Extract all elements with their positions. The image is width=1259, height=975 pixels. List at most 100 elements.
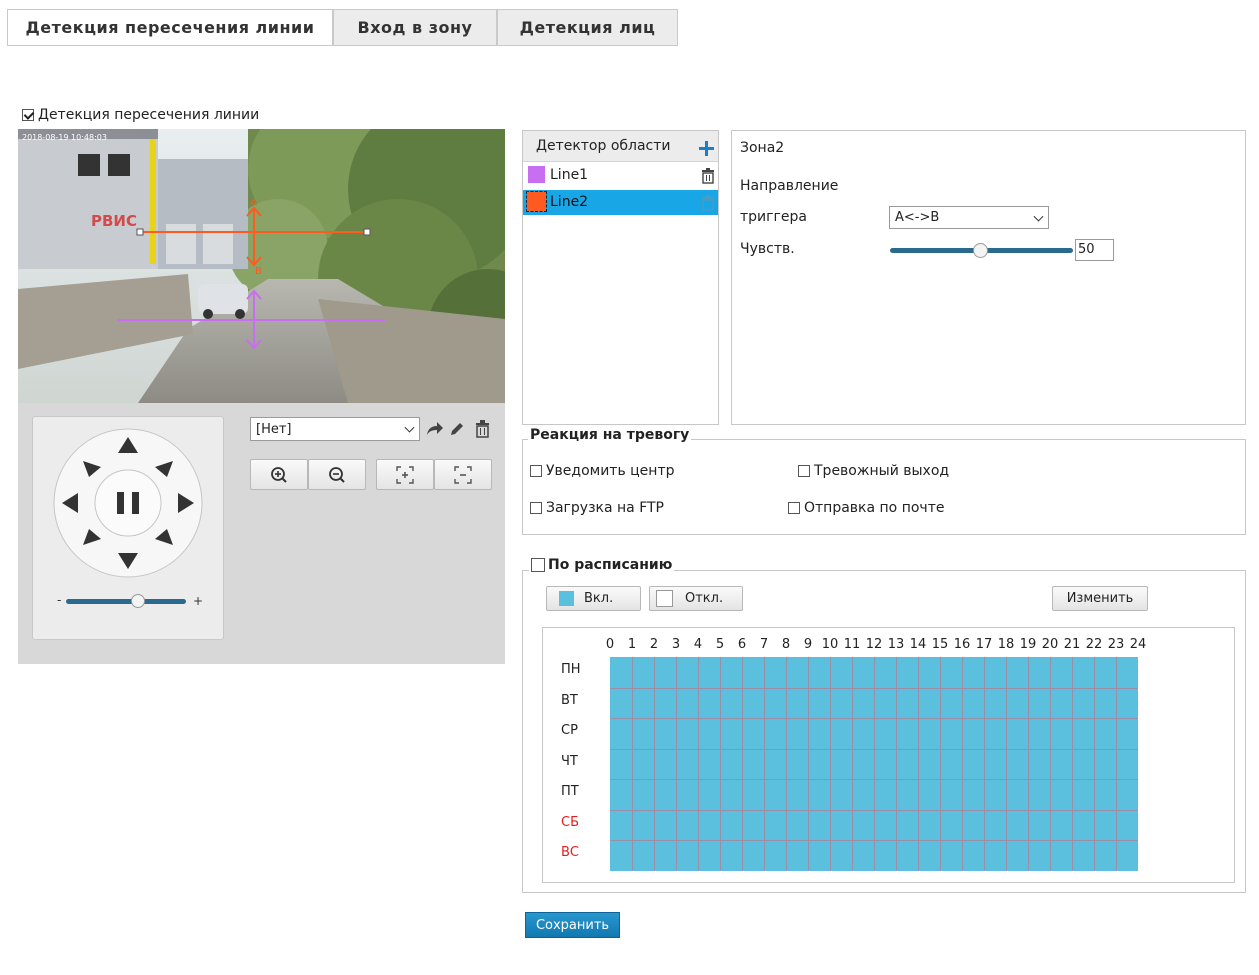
- grid-row-line: [610, 748, 1138, 750]
- grid-col-line: [742, 657, 743, 871]
- tab-line-crossing[interactable]: Детекция пересечения линии: [7, 9, 333, 45]
- speed-slider-track[interactable]: [66, 599, 186, 604]
- trigger-direction-select[interactable]: A<->B: [889, 206, 1049, 229]
- alarm-reaction-legend: Реакция на тревогу: [528, 427, 692, 443]
- ptz-down-button[interactable]: [117, 548, 139, 568]
- direction-label: Направление: [740, 178, 839, 194]
- day-label: СБ: [561, 814, 579, 830]
- off-swatch: [656, 590, 673, 607]
- schedule-checkbox[interactable]: [531, 558, 545, 572]
- grid-col-line: [1116, 657, 1117, 871]
- email-checkbox[interactable]: [788, 502, 800, 514]
- day-label: ЧТ: [561, 753, 578, 769]
- grid-col-line: [962, 657, 963, 871]
- speed-slider-handle[interactable]: [131, 594, 145, 608]
- trigger-label: триггера: [740, 209, 807, 225]
- ptz-left-button[interactable]: [60, 492, 80, 514]
- video-preview[interactable]: 2018-08-19 10:48:03 РВИС A B: [18, 129, 505, 403]
- detector-header-label: Детектор области: [536, 138, 671, 154]
- alarm-output-option[interactable]: Тревожный выход: [798, 463, 949, 479]
- grid-col-line: [786, 657, 787, 871]
- detector-item-line2[interactable]: Line2: [523, 190, 718, 215]
- edit-preset-icon[interactable]: [449, 421, 465, 437]
- line2-label-a: A: [250, 198, 257, 209]
- alarm-output-checkbox[interactable]: [798, 465, 810, 477]
- schedule-off-button[interactable]: Откл.: [649, 586, 743, 611]
- notify-center-option[interactable]: Уведомить центр: [530, 463, 675, 479]
- schedule-legend[interactable]: По расписанию: [529, 557, 675, 573]
- detector-list-panel: Детектор области Line1 Line2: [522, 130, 719, 425]
- alarm-reaction-group: [522, 439, 1246, 535]
- tab-face-detection[interactable]: Детекция лиц: [497, 9, 678, 45]
- notify-center-label: Уведомить центр: [546, 463, 675, 479]
- day-label: СР: [561, 723, 578, 739]
- enable-checkbox[interactable]: [22, 109, 34, 121]
- speed-plus: +: [193, 594, 204, 608]
- grid-col-line: [984, 657, 985, 871]
- detector-item-label: Line2: [550, 194, 589, 210]
- ptz-up-button[interactable]: [117, 436, 139, 456]
- zoom-out-button[interactable]: [308, 459, 366, 490]
- grid-col-line: [940, 657, 941, 871]
- schedule-edit-button[interactable]: Изменить: [1052, 586, 1148, 611]
- ftp-upload-checkbox[interactable]: [530, 502, 542, 514]
- tab-zone-entry[interactable]: Вход в зону: [333, 9, 497, 45]
- schedule-legend-label: По расписанию: [548, 557, 673, 573]
- delete-preset-icon[interactable]: [474, 420, 491, 438]
- zoom-in-icon: [271, 466, 287, 483]
- off-label: Откл.: [685, 591, 724, 606]
- ftp-upload-option[interactable]: Загрузка на FTP: [530, 500, 664, 516]
- focus-in-icon: [396, 465, 414, 484]
- grid-col-line: [764, 657, 765, 871]
- grid-col-line: [874, 657, 875, 871]
- line2-color-swatch: [526, 191, 547, 212]
- on-label: Вкл.: [584, 591, 614, 606]
- line1-color-swatch: [528, 166, 545, 183]
- notify-center-checkbox[interactable]: [530, 465, 542, 477]
- grid-col-line: [676, 657, 677, 871]
- focus-out-icon: [454, 465, 472, 484]
- grid-col-line: [1028, 657, 1029, 871]
- detector-item-label: Line1: [550, 167, 589, 183]
- add-detector-icon[interactable]: [699, 141, 714, 156]
- zoom-in-button[interactable]: [250, 459, 308, 490]
- enable-line-crossing[interactable]: Детекция пересечения линии: [22, 107, 259, 123]
- preset-select[interactable]: [Нет]: [250, 417, 420, 441]
- grid-col-line: [720, 657, 721, 871]
- focus-near-button[interactable]: [376, 459, 434, 490]
- save-button[interactable]: Сохранить: [525, 912, 620, 938]
- ptz-right-button[interactable]: [175, 492, 195, 514]
- tab-label: Детекция пересечения линии: [25, 18, 315, 37]
- ptz-pause-button[interactable]: [96, 470, 160, 534]
- day-label: ПН: [561, 662, 581, 677]
- zone-settings-panel: Зона2 Направление триггера A<->B Чувств.…: [731, 130, 1246, 425]
- zone-title: Зона2: [740, 140, 785, 156]
- grid-col-line: [896, 657, 897, 871]
- day-label: ВТ: [561, 692, 578, 708]
- grid-row-line: [610, 718, 1138, 720]
- day-label: ПТ: [561, 784, 579, 800]
- delete-detector-icon[interactable]: [701, 168, 715, 184]
- chevron-down-icon: [404, 422, 415, 433]
- focus-far-button[interactable]: [434, 459, 492, 490]
- sensitivity-slider-handle[interactable]: [973, 243, 988, 258]
- on-swatch: [559, 591, 574, 606]
- schedule-grid[interactable]: [610, 657, 1138, 871]
- grid-col-line: [654, 657, 655, 871]
- delete-detector-icon[interactable]: [701, 195, 715, 211]
- line2-label-b: B: [255, 266, 262, 277]
- schedule-on-button[interactable]: Вкл.: [546, 586, 641, 611]
- hour-label: 24: [1129, 637, 1147, 652]
- grid-col-line: [1094, 657, 1095, 871]
- goto-preset-icon[interactable]: [426, 421, 444, 437]
- chevron-down-icon: [1033, 211, 1044, 222]
- sensitivity-value-input[interactable]: 50: [1075, 239, 1114, 261]
- alarm-output-label: Тревожный выход: [814, 463, 950, 479]
- email-option[interactable]: Отправка по почте: [788, 500, 944, 516]
- grid-col-line: [1006, 657, 1007, 871]
- grid-row-line: [610, 840, 1138, 842]
- speed-minus: -: [57, 593, 62, 607]
- detector-item-line1[interactable]: Line1: [523, 164, 718, 188]
- grid-row-line: [610, 779, 1138, 781]
- grid-col-line: [698, 657, 699, 871]
